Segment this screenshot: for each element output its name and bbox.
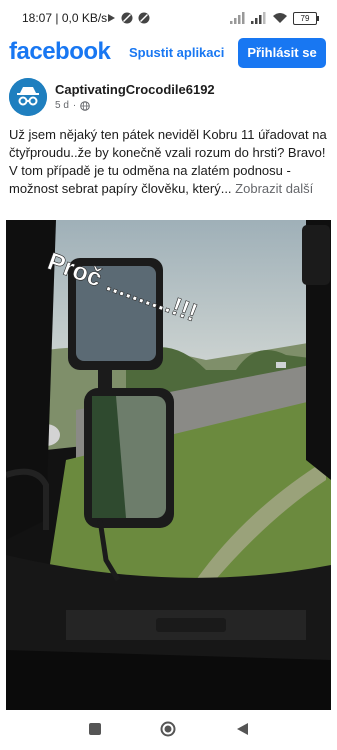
login-button[interactable]: Přihlásit se [238,38,326,68]
signal-icon [251,12,266,24]
globe-icon [80,100,91,111]
home-icon[interactable] [160,721,176,737]
block-icon [138,12,150,24]
status-time: 18:07 | 0,0 KB/s [22,11,108,25]
post-author[interactable]: CaptivatingCrocodile6192 [55,82,215,97]
video-frame: Proč ..........!!! [6,220,331,710]
post-age[interactable]: 5 d [55,100,69,111]
post-text-line: V tom případě je tu odměna na zlatém pod… [9,163,314,196]
block-icon [121,12,133,24]
status-system-icons: 79 [230,11,319,25]
signal-icon [230,12,245,24]
back-icon[interactable] [236,722,249,736]
facebook-logo[interactable]: facebook [9,38,111,66]
battery-icon: 79 [293,11,319,25]
see-more-link[interactable]: Zobrazit další [235,181,313,196]
wifi-icon [273,13,287,23]
status-notification-icons [107,11,150,25]
meta-separator: · [72,100,77,111]
post-video[interactable]: Proč ..........!!! [6,220,331,710]
post-meta: 5 d · [55,100,91,111]
open-app-link[interactable]: Spustit aplikaci [129,45,224,60]
post-text: Už jsem nějaký ten pátek neviděl Kobru 1… [9,126,331,198]
post-header: CaptivatingCrocodile6192 5 d · [0,72,337,118]
status-bar: 18:07 | 0,0 KB/s 79 [0,0,337,36]
play-icon [108,14,115,22]
post-text-line: Už jsem nějaký ten pátek neviděl Kobru 1… [9,127,327,160]
avatar[interactable] [9,78,47,116]
app-header: facebook Spustit aplikaci Přihlásit se [0,36,337,72]
system-nav-bar [0,710,337,750]
recent-apps-icon[interactable] [88,722,102,736]
incognito-icon [9,78,47,116]
